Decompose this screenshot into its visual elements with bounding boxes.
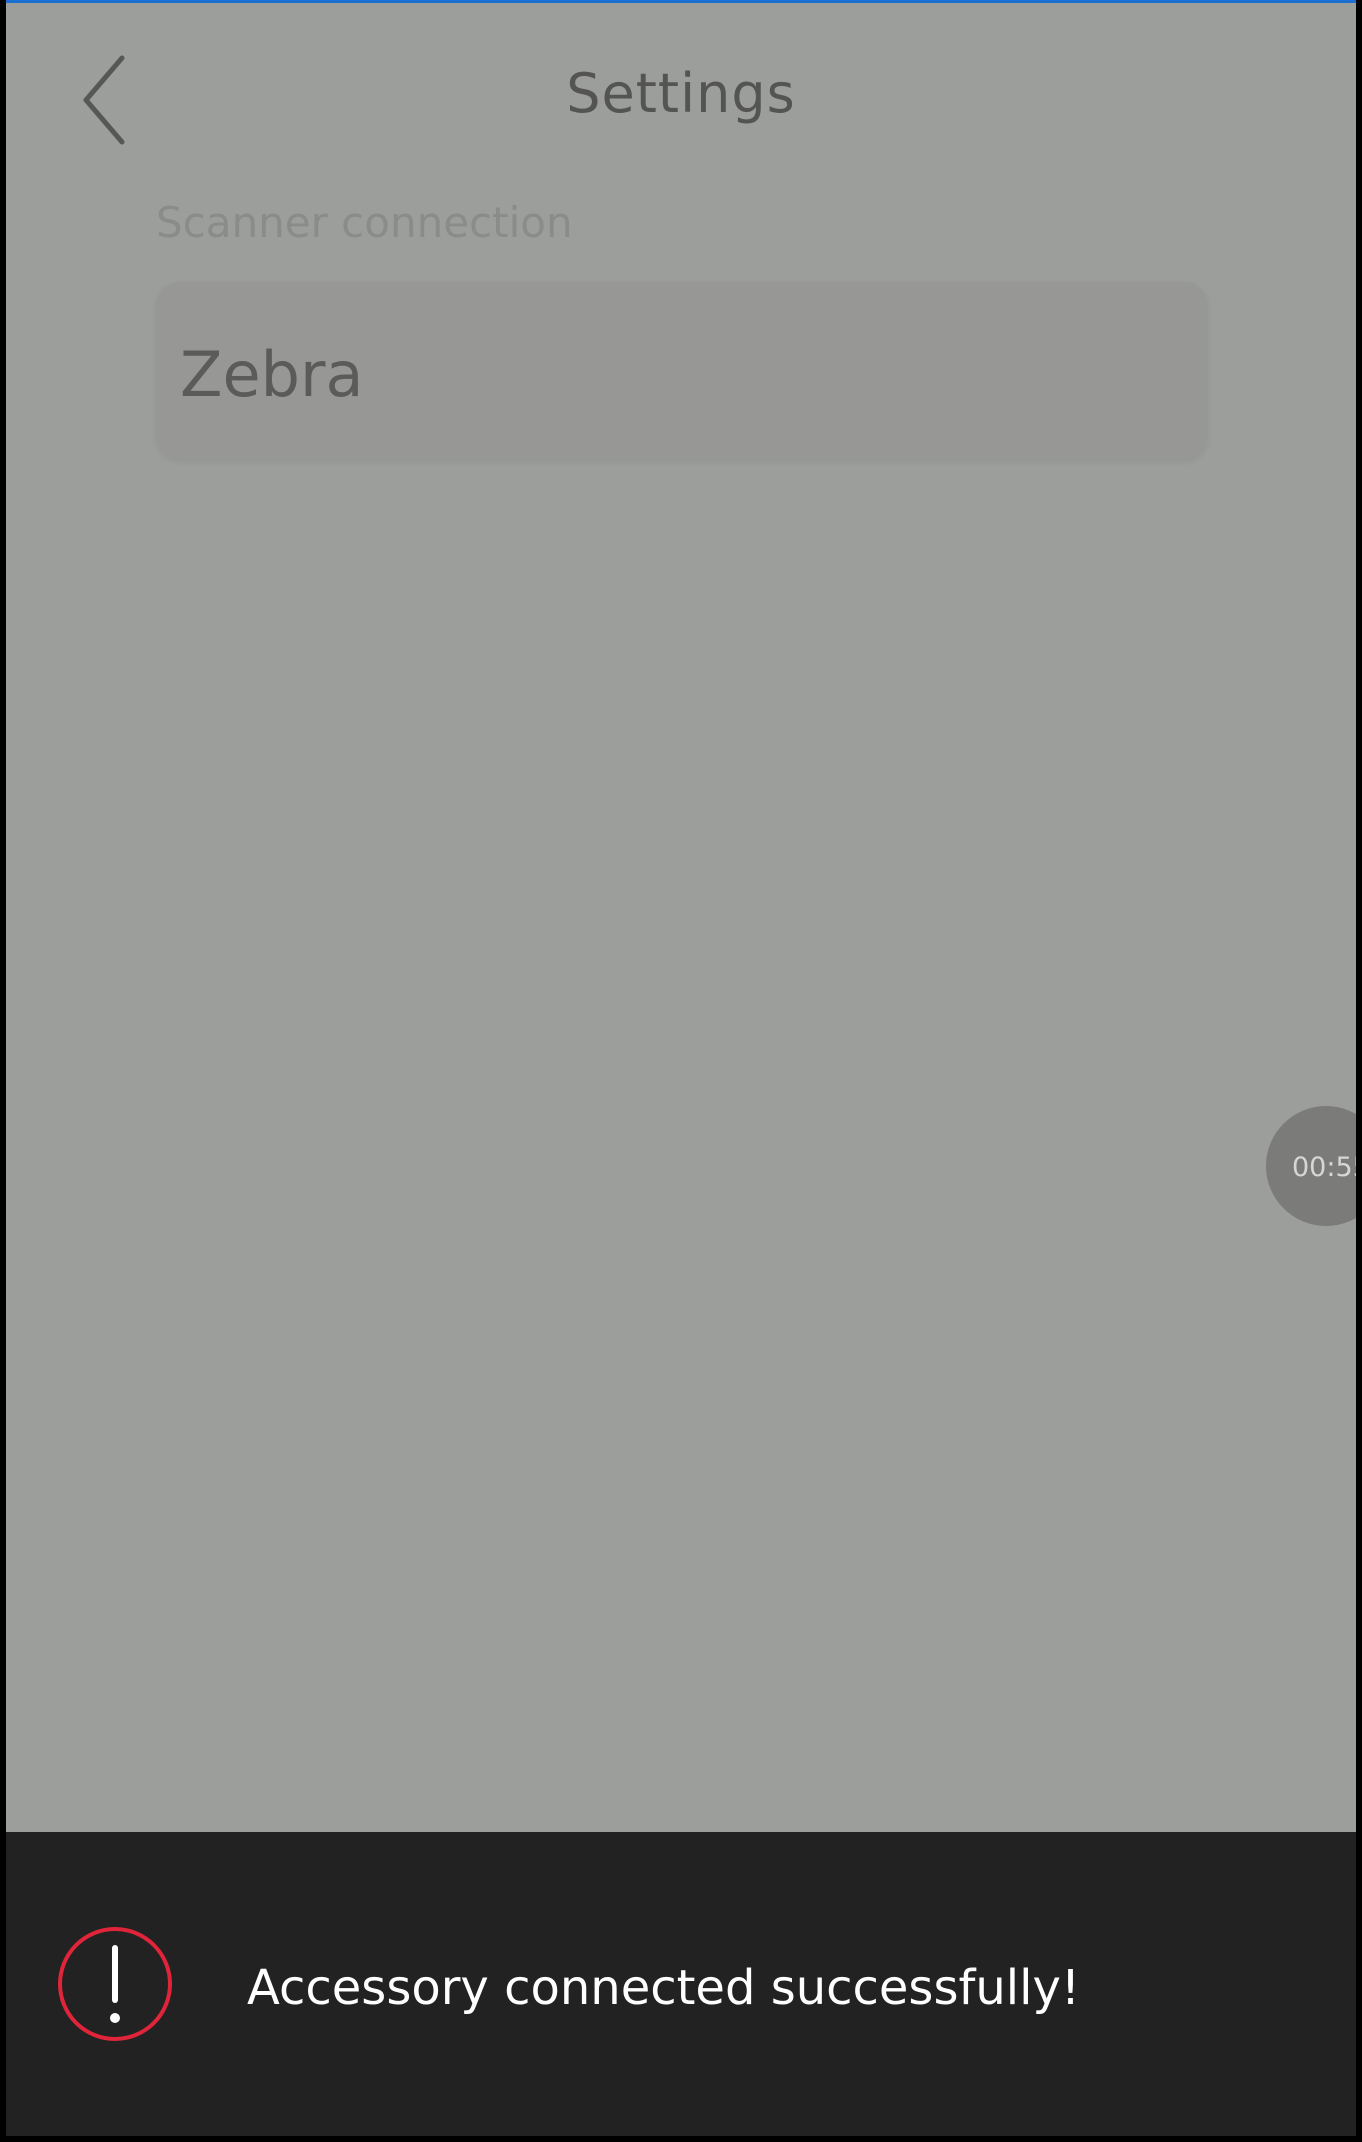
scanner-connection-label: Scanner connection (156, 198, 573, 247)
scanner-connection-value: Zebra (180, 338, 364, 411)
scanner-connection-selector[interactable]: Zebra (156, 282, 1208, 460)
toast-message: Accessory connected successfully! (247, 1960, 1081, 2016)
alert-circle-icon (58, 1927, 172, 2041)
header: Settings (6, 0, 1356, 200)
toast-notification: Accessory connected successfully! (6, 1832, 1356, 2136)
recording-timer-text: 00:55 (1292, 1152, 1356, 1183)
page-title: Settings (566, 62, 796, 125)
recording-timer-bubble[interactable]: 00:55 (1266, 1106, 1356, 1226)
app-screen: Settings Scanner connection Zebra 00:55 … (6, 0, 1356, 2136)
